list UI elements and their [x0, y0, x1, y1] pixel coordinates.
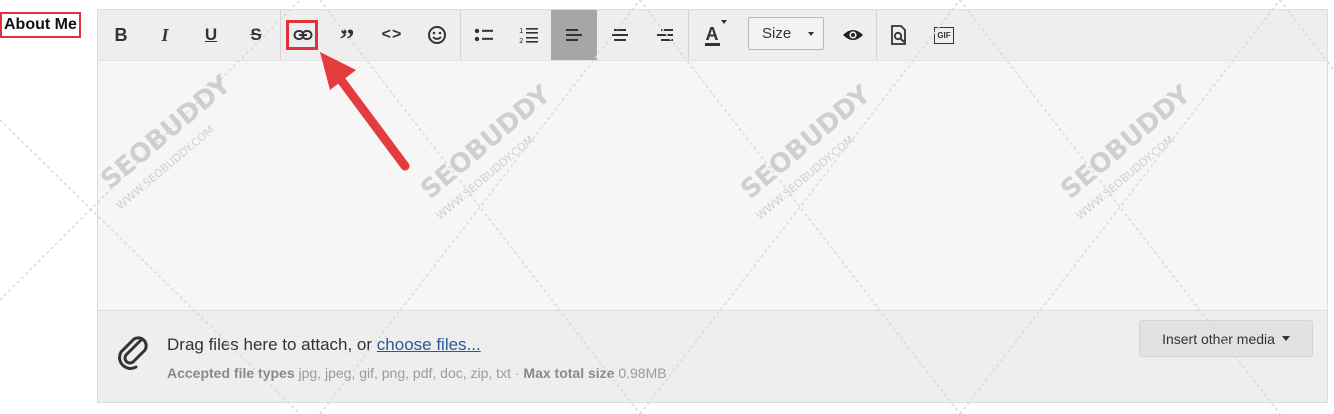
align-right-button[interactable]: [642, 10, 688, 60]
editor-content-area[interactable]: [98, 61, 1327, 310]
underline-button[interactable]: U: [188, 10, 234, 60]
bulleted-list-button[interactable]: [461, 10, 507, 60]
align-center-icon: [612, 29, 628, 41]
strikethrough-icon: S: [250, 25, 262, 44]
eye-icon: [843, 30, 863, 40]
gif-icon: GIF: [934, 26, 954, 44]
chevron-down-icon: [808, 32, 814, 36]
paperclip-icon: [118, 336, 148, 370]
max-size-value: 0.98MB: [618, 365, 667, 381]
text-color-icon: A: [704, 23, 720, 46]
gif-button[interactable]: GIF: [921, 10, 967, 60]
insert-media-label: Insert other media: [1162, 330, 1275, 347]
align-left-button[interactable]: [551, 10, 597, 60]
emoji-button[interactable]: [414, 10, 460, 60]
drag-files-label: Drag files here to attach, or: [167, 335, 373, 354]
font-size-value: Size: [762, 25, 792, 42]
align-right-icon: [657, 29, 673, 41]
code-icon: <>: [381, 26, 403, 43]
preview-button[interactable]: [830, 10, 876, 60]
insert-other-media-button[interactable]: Insert other media: [1139, 320, 1313, 357]
svg-text:2: 2: [519, 37, 523, 44]
file-constraints: Accepted file types jpg, jpeg, gif, png,…: [167, 365, 667, 381]
strikethrough-button[interactable]: S: [233, 10, 279, 60]
accepted-types-value: jpg, jpeg, gif, png, pdf, doc, zip, txt: [298, 365, 511, 381]
align-center-button[interactable]: [597, 10, 643, 60]
bulleted-list-icon: [474, 28, 493, 42]
smiley-icon: [428, 26, 446, 44]
italic-button[interactable]: I: [142, 10, 188, 60]
align-left-icon: [566, 29, 582, 41]
max-size-label: Max total size: [523, 365, 615, 381]
document-search-icon: [891, 25, 906, 45]
text-color-button[interactable]: A: [689, 10, 735, 60]
svg-text:1: 1: [519, 27, 523, 35]
numbered-list-button[interactable]: 1 2: [506, 10, 552, 60]
meta-separator: ·: [514, 365, 520, 381]
accepted-types-label: Accepted file types: [167, 365, 295, 381]
quote-icon: ”: [339, 23, 355, 56]
link-button[interactable]: [280, 10, 326, 60]
bbcode-toggle-button[interactable]: [876, 10, 922, 60]
dropdown-caret-icon: [721, 20, 727, 24]
editor-toolbar: B I U S ” <> 1 2 A Size GIF: [98, 10, 1327, 61]
drag-files-text: Drag files here to attach, or choose fil…: [167, 335, 481, 355]
bold-button[interactable]: B: [98, 10, 144, 60]
italic-icon: I: [161, 24, 169, 45]
underline-icon: U: [204, 25, 218, 44]
numbered-list-icon: 1 2: [519, 27, 538, 44]
choose-files-link[interactable]: choose files...: [377, 335, 481, 354]
bold-icon: B: [114, 24, 128, 45]
font-size-select[interactable]: Size: [748, 17, 824, 50]
about-me-label: About Me: [0, 12, 81, 38]
quote-button[interactable]: ”: [324, 10, 370, 60]
link-icon: [293, 30, 313, 40]
code-button[interactable]: <>: [369, 10, 415, 60]
caret-down-icon: [1281, 336, 1290, 341]
